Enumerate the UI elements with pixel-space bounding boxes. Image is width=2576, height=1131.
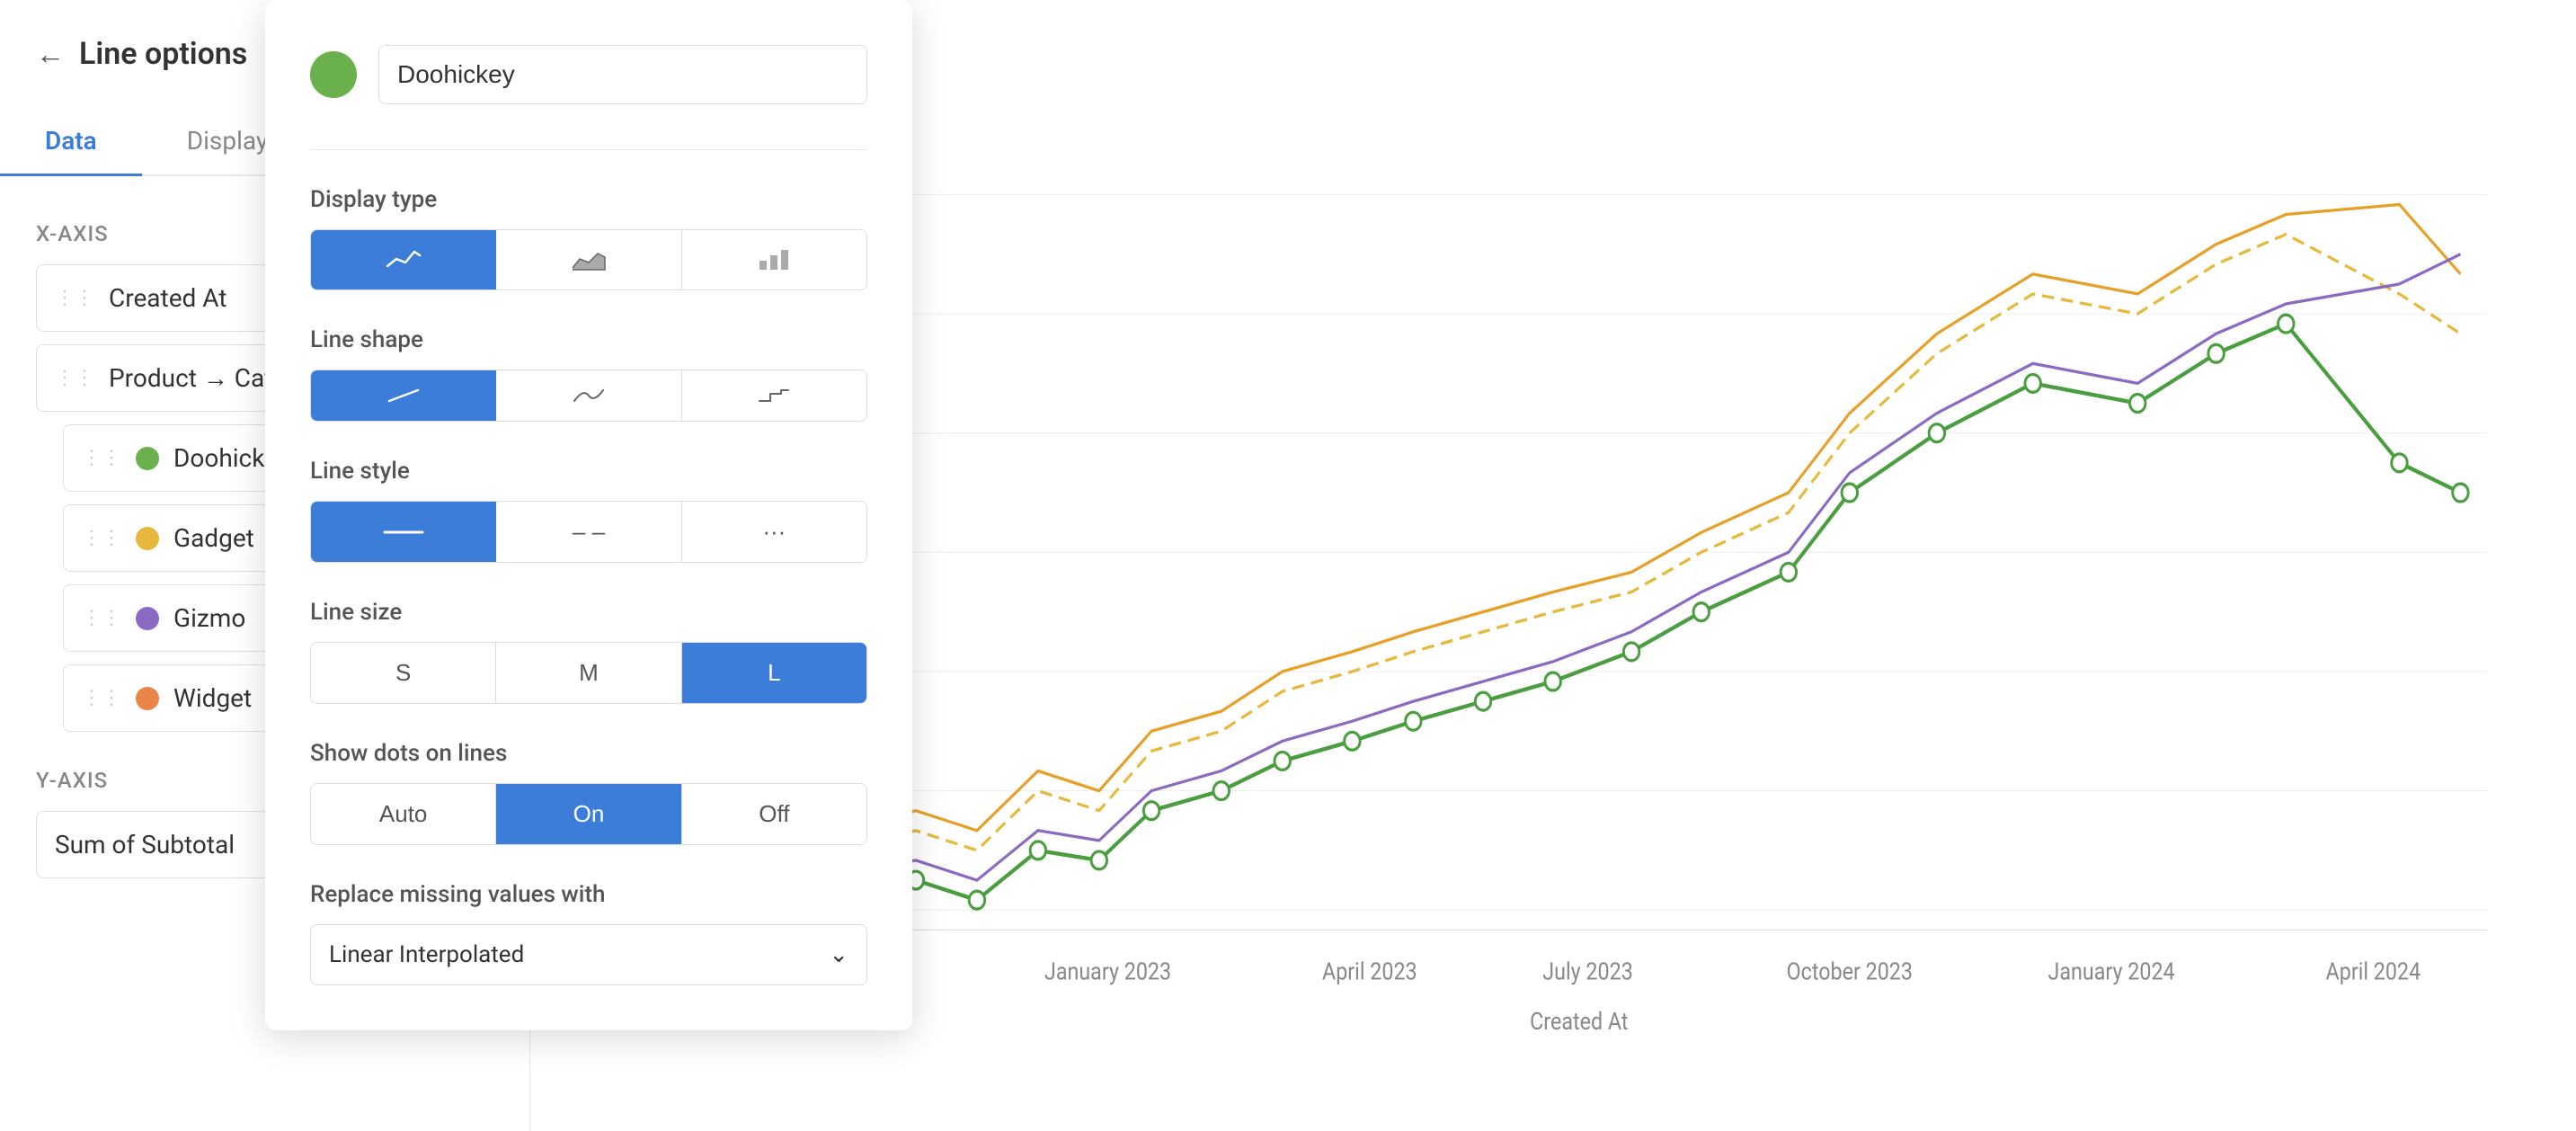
gadget-label: Gadget (173, 523, 254, 553)
created-at-label: Created At (109, 283, 227, 313)
display-type-group (310, 229, 867, 290)
svg-text:October 2023: October 2023 (1787, 958, 1913, 986)
svg-text:Created At: Created At (1530, 1008, 1628, 1036)
drag-handle-doohickey: ⋮⋮ (82, 447, 121, 469)
series-row (310, 45, 867, 104)
drag-handle-product-category: ⋮⋮ (55, 367, 94, 389)
drag-handle-widget: ⋮⋮ (82, 687, 121, 709)
line-shape-curved[interactable] (495, 370, 680, 421)
svg-text:July 2023: July 2023 (1542, 958, 1633, 986)
series-color-dot (310, 51, 357, 98)
widget-dot (136, 687, 159, 710)
missing-values-label: Replace missing values with (310, 881, 867, 908)
size-small[interactable]: S (311, 643, 495, 703)
solid-line-icon (381, 527, 426, 538)
series-name-input[interactable] (378, 45, 867, 104)
doohickey-dot (136, 447, 159, 470)
show-dots-label: Show dots on lines (310, 740, 867, 767)
svg-text:April 2023: April 2023 (1322, 958, 1417, 986)
svg-text:April 2024: April 2024 (2326, 958, 2421, 986)
sidebar-title: Line options (79, 36, 247, 72)
bar-chart-icon (756, 246, 792, 273)
line-shape-straight[interactable] (311, 370, 495, 421)
missing-values-dropdown[interactable]: Linear Interpolated ⌄ (310, 924, 867, 985)
dots-auto[interactable]: Auto (311, 784, 495, 844)
size-medium[interactable]: M (495, 643, 680, 703)
line-shape-step[interactable] (681, 370, 866, 421)
step-line-icon (756, 387, 792, 405)
dots-off[interactable]: Off (681, 784, 866, 844)
sum-subtotal-label: Sum of Subtotal (55, 830, 235, 859)
display-type-line[interactable] (311, 230, 495, 289)
line-style-solid[interactable] (311, 502, 495, 562)
gizmo-dot (136, 607, 159, 630)
line-shape-group (310, 370, 867, 422)
back-button[interactable]: ← (36, 37, 65, 71)
display-type-label: Display type (310, 186, 867, 213)
display-type-area[interactable] (495, 230, 680, 289)
widget-label: Widget (173, 683, 252, 713)
svg-text:January 2024: January 2024 (2048, 958, 2175, 986)
drag-handle-created-at: ⋮⋮ (55, 287, 94, 309)
line-style-label: Line style (310, 458, 867, 485)
gadget-dot (136, 527, 159, 550)
line-size-label: Line size (310, 599, 867, 626)
svg-text:January 2023: January 2023 (1044, 958, 1171, 986)
drag-handle-gizmo: ⋮⋮ (82, 607, 121, 629)
size-large[interactable]: L (681, 643, 866, 703)
line-style-group: – – ··· (310, 501, 867, 563)
line-chart-icon (386, 246, 422, 273)
missing-values-selected: Linear Interpolated (329, 941, 524, 968)
line-style-dashed[interactable]: – – (495, 502, 680, 562)
line-style-dotted[interactable]: ··· (681, 502, 866, 562)
dots-on[interactable]: On (495, 784, 680, 844)
chevron-down-icon: ⌄ (829, 941, 848, 968)
straight-line-icon (386, 387, 422, 405)
line-options-popup: Display type Line shape (265, 0, 912, 1030)
area-chart-icon (571, 246, 607, 273)
tab-data[interactable]: Data (0, 108, 142, 176)
curved-line-icon (571, 387, 607, 405)
popup-divider (310, 149, 867, 150)
gizmo-label: Gizmo (173, 603, 245, 633)
line-shape-label: Line shape (310, 326, 867, 353)
drag-handle-gadget: ⋮⋮ (82, 527, 121, 549)
show-dots-group: Auto On Off (310, 783, 867, 845)
display-type-bar[interactable] (681, 230, 866, 289)
line-size-group: S M L (310, 642, 867, 704)
